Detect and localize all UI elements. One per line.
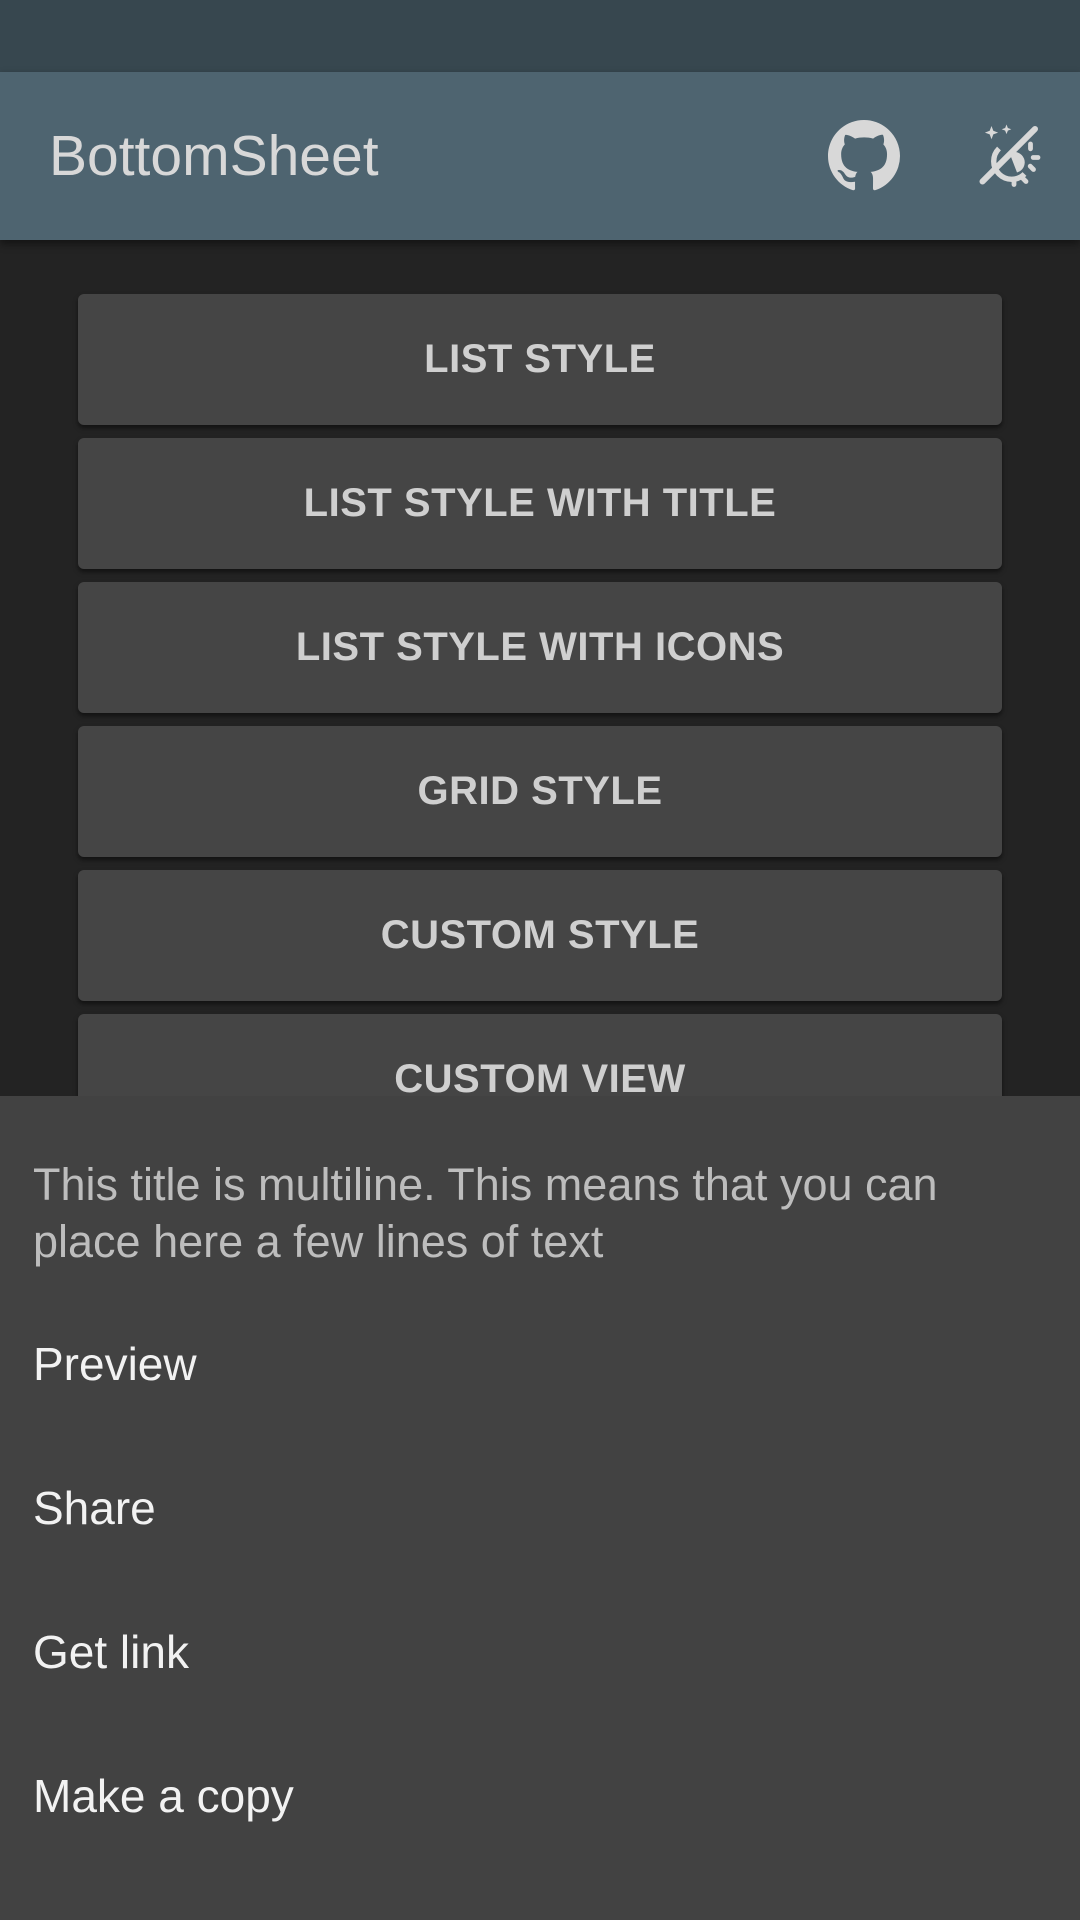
app-title: BottomSheet [49, 124, 379, 188]
bottom-sheet: This title is multiline. This means that… [0, 1096, 1080, 1920]
sheet-item-make-a-copy[interactable]: Make a copy [0, 1724, 1080, 1868]
custom-view-button[interactable]: CUSTOM VIEW [78, 1014, 1002, 1096]
sheet-item-share[interactable]: Share [0, 1436, 1080, 1580]
custom-style-button[interactable]: CUSTOM STYLE [78, 870, 1002, 1001]
list-style-with-title-button[interactable]: LIST STYLE WITH TITLE [78, 438, 1002, 569]
list-style-with-icons-button[interactable]: LIST STYLE WITH ICONS [78, 582, 1002, 713]
sheet-item-get-link[interactable]: Get link [0, 1580, 1080, 1724]
app-bar: BottomSheet [0, 72, 1080, 240]
github-icon[interactable] [828, 120, 900, 192]
grid-style-button[interactable]: GRID STYLE [78, 726, 1002, 857]
button-list: LIST STYLE LIST STYLE WITH TITLE LIST ST… [0, 240, 1080, 1096]
bottom-sheet-title: This title is multiline. This means that… [33, 1159, 938, 1267]
list-style-button[interactable]: LIST STYLE [78, 294, 1002, 425]
status-bar [0, 0, 1080, 72]
theme-toggle-icon[interactable] [972, 120, 1044, 192]
sheet-item-preview[interactable]: Preview [0, 1292, 1080, 1436]
